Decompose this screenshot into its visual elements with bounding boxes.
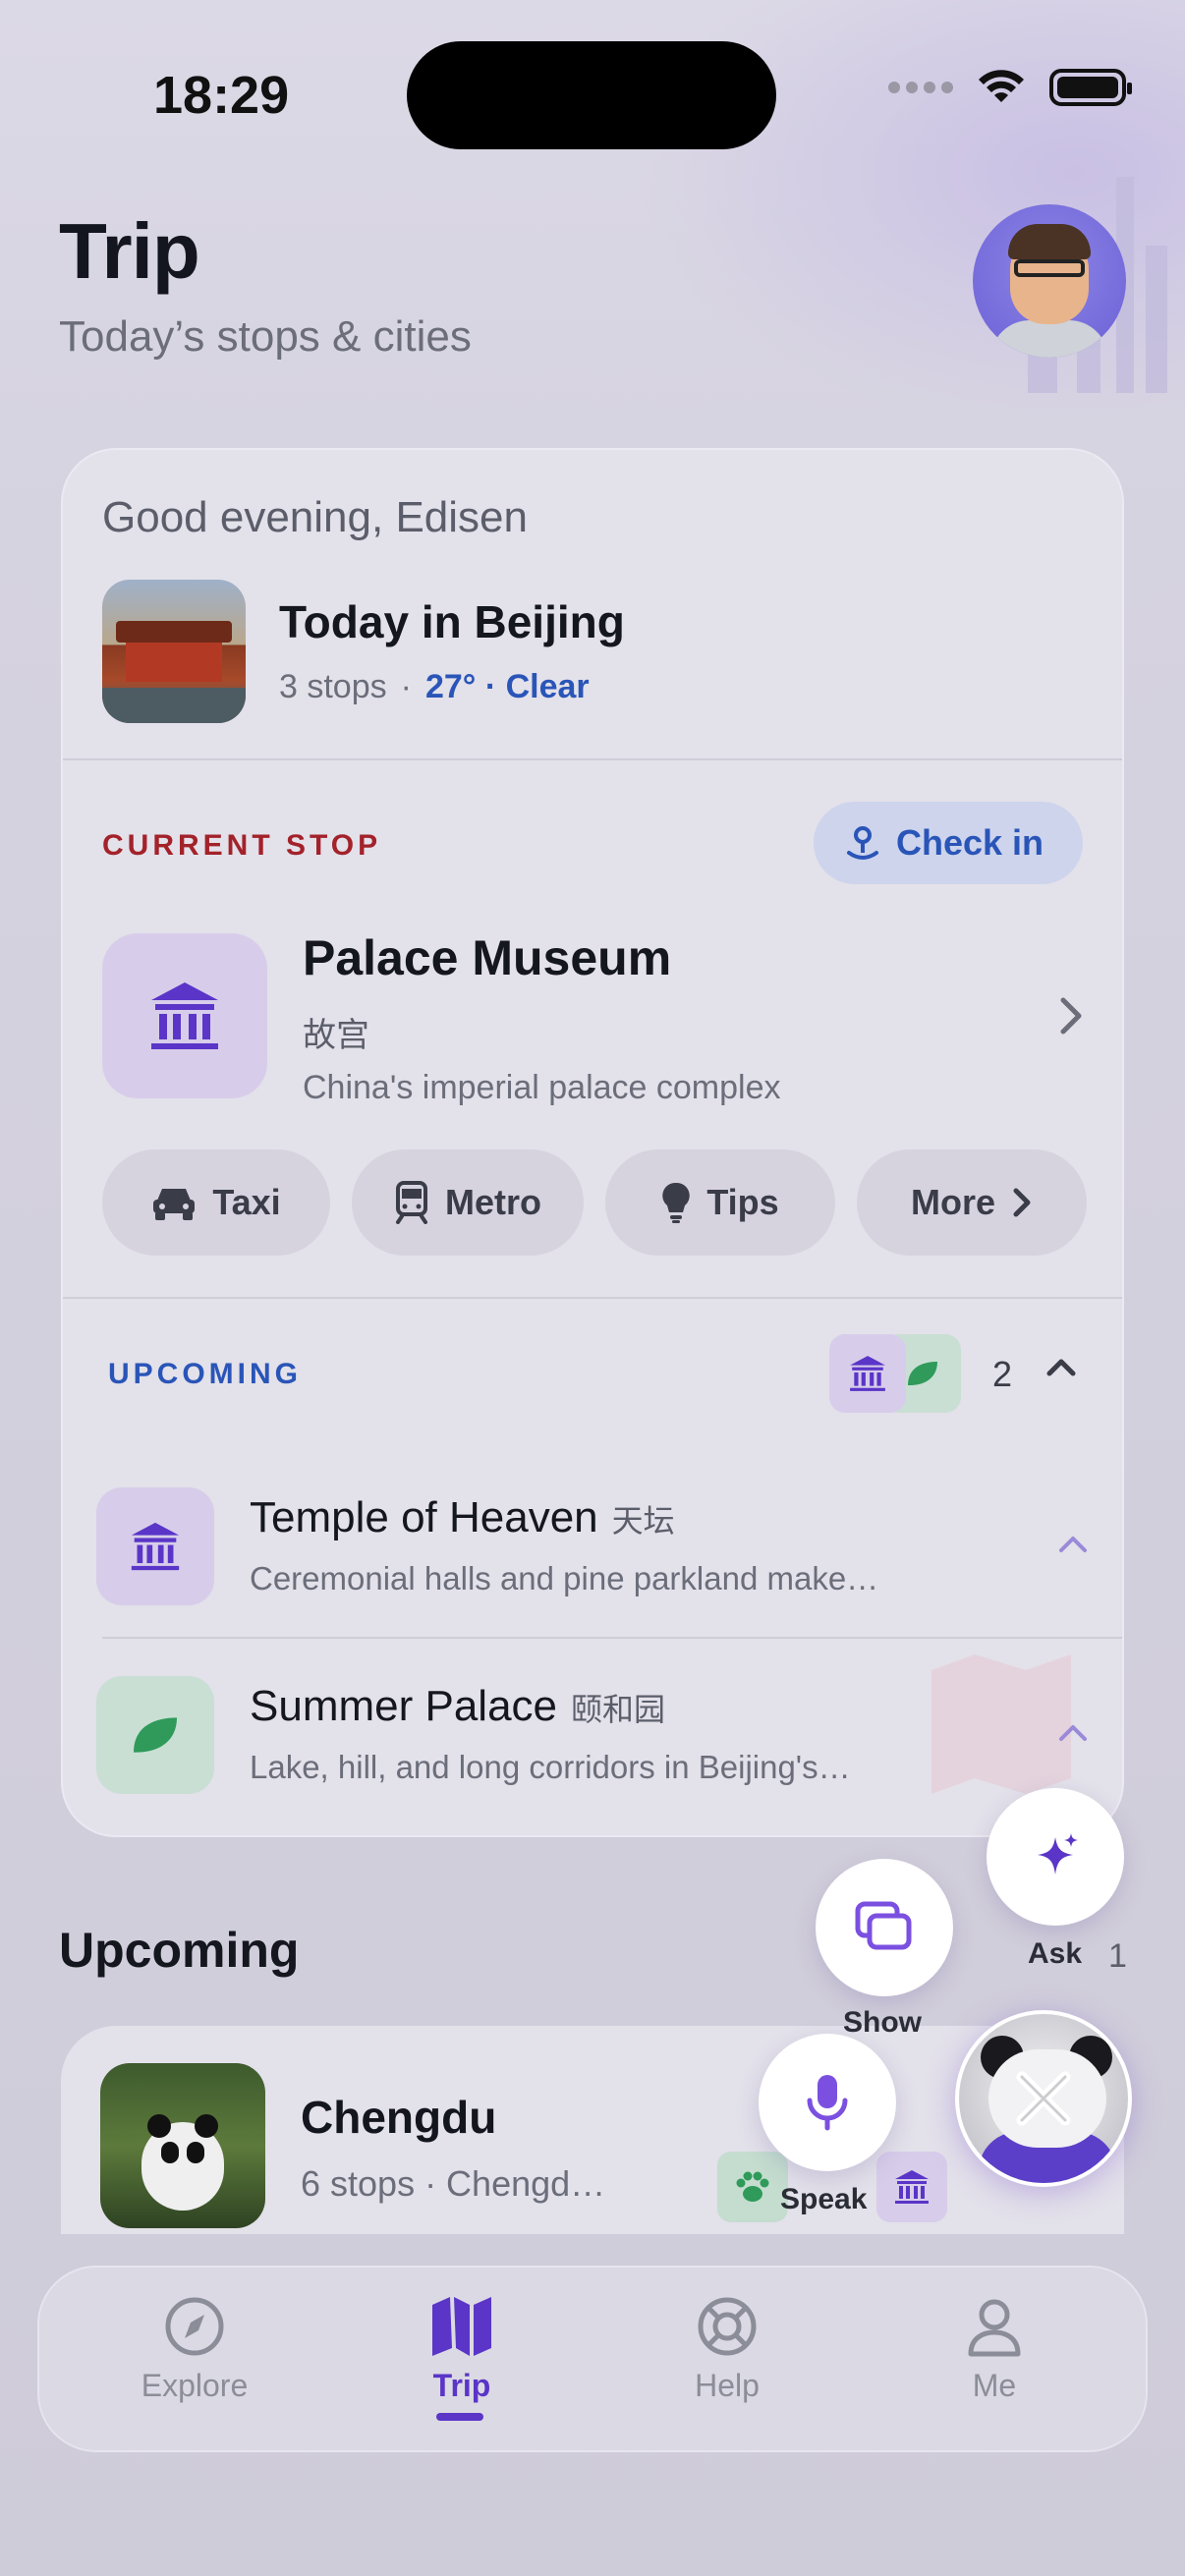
taxi-button[interactable]: Taxi <box>102 1149 330 1256</box>
chevron-right-icon <box>1013 1188 1031 1217</box>
taxi-label: Taxi <box>212 1182 281 1222</box>
museum-tile <box>102 933 267 1098</box>
upcoming-stop-name[interactable]: Temple of Heaven 天坛 <box>250 1493 675 1542</box>
active-tab-indicator <box>436 2413 483 2421</box>
divider <box>63 758 1122 760</box>
speak-button[interactable] <box>759 2034 896 2171</box>
leaf-icon <box>134 1717 177 1753</box>
check-in-button[interactable]: Check in <box>813 802 1083 884</box>
stop-name-cn: 天坛 <box>611 1503 675 1539</box>
stop-name-cn: 颐和园 <box>571 1692 666 1727</box>
upcoming-section-title: Upcoming <box>59 1923 300 1978</box>
tab-trip-label: Trip <box>432 2368 491 2403</box>
tab-me[interactable]: Me <box>896 2295 1093 2442</box>
chevron-up-icon[interactable] <box>1055 1717 1091 1752</box>
metro-button[interactable]: Metro <box>352 1149 584 1256</box>
upcoming-stop-desc: Ceremonial halls and pine parkland make… <box>250 1560 879 1596</box>
person-icon <box>968 2299 1021 2357</box>
map-icon <box>432 2297 491 2356</box>
train-icon <box>396 1181 427 1224</box>
current-stop-cn: 故宫 <box>303 1017 369 1054</box>
park-tile <box>96 1676 214 1794</box>
current-stop-label: CURRENT STOP <box>102 829 382 862</box>
tab-help-label: Help <box>695 2368 760 2403</box>
trip-meta: 6 stops · Chengd… <box>301 2163 606 2204</box>
status-icons <box>888 69 1132 106</box>
page-subtitle: Today’s stops & cities <box>59 312 472 361</box>
metro-label: Metro <box>445 1182 541 1222</box>
museum-icon <box>850 1356 885 1391</box>
dynamic-island <box>407 41 776 149</box>
upcoming-stop-name[interactable]: Summer Palace 颐和园 <box>250 1682 665 1731</box>
tab-me-label: Me <box>972 2368 1017 2403</box>
trip-name: Chengdu <box>301 2092 497 2143</box>
location-pin-icon <box>846 826 878 860</box>
current-stop-name[interactable]: Palace Museum <box>303 929 671 986</box>
ask-button[interactable] <box>987 1788 1124 1926</box>
lightbulb-icon <box>662 1182 691 1223</box>
museum-tile <box>96 1487 214 1605</box>
page-title: Trip <box>59 207 200 295</box>
tab-help[interactable]: Help <box>629 2295 825 2442</box>
stop-name: Summer Palace <box>250 1682 558 1730</box>
upcoming-label: UPCOMING <box>108 1358 302 1390</box>
signal-icon <box>888 82 953 93</box>
tab-explore[interactable]: Explore <box>96 2295 293 2442</box>
ask-badge: 1 <box>1108 1937 1127 1975</box>
divider <box>63 1297 1122 1299</box>
today-stops: 3 stops <box>279 668 387 705</box>
chevron-up-icon[interactable] <box>1044 1352 1079 1386</box>
status-time: 18:29 <box>153 66 290 125</box>
more-button[interactable]: More <box>857 1149 1087 1256</box>
today-city: Today in Beijing <box>279 596 625 647</box>
microphone-icon <box>807 2075 848 2131</box>
tab-explore-label: Explore <box>141 2368 249 2403</box>
tab-bar: Explore Trip Help Me <box>37 2266 1148 2452</box>
assistant-close-button[interactable] <box>955 2010 1132 2187</box>
chengdu-thumbnail <box>100 2063 265 2228</box>
paw-tile <box>717 2152 788 2222</box>
show-label: Show <box>843 2006 922 2039</box>
car-icon <box>153 1189 196 1220</box>
close-icon <box>1016 2071 1071 2126</box>
museum-mini-tile <box>876 2152 947 2222</box>
today-meta: 3 stops · 27° · Clear <box>279 668 590 706</box>
divider <box>102 1637 1122 1639</box>
greeting: Good evening, Edisen <box>102 493 528 541</box>
more-label: More <box>910 1182 995 1222</box>
tips-button[interactable]: Tips <box>605 1149 835 1256</box>
battery-icon <box>1049 69 1132 106</box>
screens-icon <box>855 1901 912 1950</box>
paw-icon <box>736 2171 769 2202</box>
museum-icon <box>131 1522 180 1571</box>
avatar[interactable] <box>973 204 1126 358</box>
stop-name: Temple of Heaven <box>250 1493 598 1541</box>
today-card: Good evening, Edisen Today in Beijing 3 … <box>61 448 1124 1837</box>
upcoming-count: 2 <box>992 1354 1013 1394</box>
current-stop-desc: China's imperial palace complex <box>303 1069 781 1106</box>
beijing-thumbnail <box>102 580 246 723</box>
speak-label: Speak <box>780 2183 868 2215</box>
leaf-icon <box>908 1362 937 1385</box>
museum-icon <box>895 2170 929 2204</box>
sparkle-icon <box>1038 1833 1078 1875</box>
museum-icon <box>151 982 218 1049</box>
tips-label: Tips <box>706 1182 779 1222</box>
meta-separator: · <box>400 668 412 705</box>
check-in-label: Check in <box>895 822 1044 863</box>
wifi-icon <box>979 70 1024 102</box>
upcoming-stack[interactable] <box>829 1334 967 1413</box>
lifebuoy-icon <box>698 2297 757 2356</box>
today-weather: 27° · Clear <box>424 668 590 705</box>
chevron-right-icon[interactable] <box>1055 992 1087 1044</box>
chevron-up-icon[interactable] <box>1055 1529 1091 1563</box>
museum-mini-tile <box>829 1334 906 1413</box>
compass-icon <box>165 2297 224 2356</box>
ask-label: Ask <box>1028 1937 1083 1970</box>
upcoming-stop-desc: Lake, hill, and long corridors in Beijin… <box>250 1749 851 1785</box>
show-button[interactable] <box>816 1859 953 1996</box>
map-watermark-icon <box>931 1654 1071 1794</box>
